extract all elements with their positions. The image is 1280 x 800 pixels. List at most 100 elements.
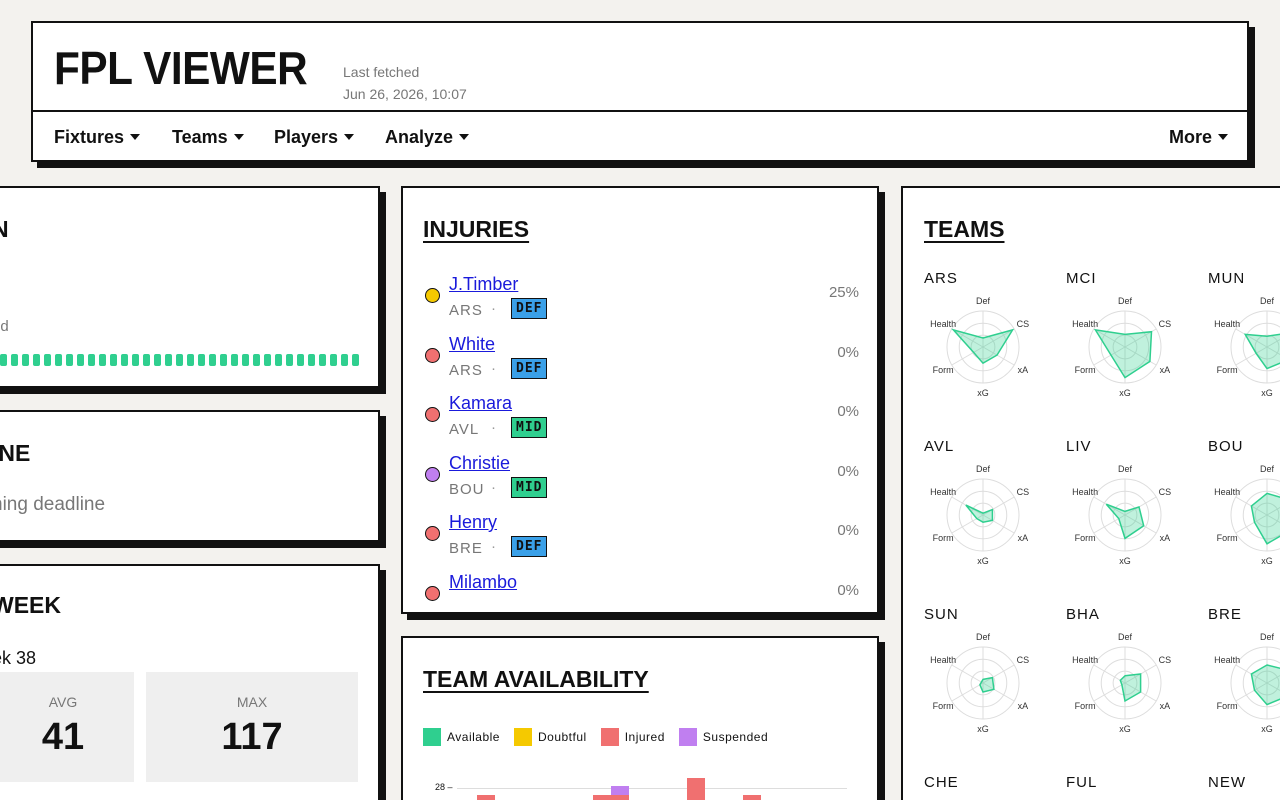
nav-analyze[interactable]: Analyze [385,127,470,148]
nav-label: Analyze [385,127,454,147]
team-label[interactable]: FUL [1066,774,1097,791]
bar-suspended [611,786,629,795]
radar-axis-label: xG [1261,724,1273,734]
radar-axis-label: Form [1075,533,1096,543]
deadline-text: ning deadline [0,494,106,515]
radar-axis-label: Form [1075,365,1096,375]
team-label[interactable]: SUN [924,606,959,623]
gameweek-dot [297,354,304,366]
separator: · [491,359,496,377]
gameweek-dot [242,354,249,366]
deadline-card: INE ning deadline [0,410,380,542]
team-radar-chart: Def CS xA xG Form Health [930,464,1029,566]
player-link[interactable]: J.Timber [449,274,518,295]
gameweek-dot [165,354,172,366]
radar-axis-label: xG [1119,556,1131,566]
team-radar-chart: Def CS xA xG Form Health [930,296,1030,398]
y-tick: 28 – [435,782,453,792]
radar-axis-label: xA [1018,701,1029,711]
radar-axis-label: xG [1261,556,1273,566]
radar-axis-label: CS [1017,319,1030,329]
teams-title: TEAMS [924,216,1005,242]
separator: · [491,300,496,317]
bar-injured [611,795,629,800]
radar-axis-label: xA [1160,701,1171,711]
team-label[interactable]: AVL [924,438,954,455]
chance-of-playing: 0% [837,522,859,539]
status-dot [425,347,440,363]
chevron-down-icon [1218,134,1229,140]
bar-injured [687,778,705,800]
gameweek-dot [0,354,7,366]
nav-more[interactable]: More [1169,127,1229,148]
radar-axis-label: xG [1261,388,1273,398]
gameweek-dot [352,354,359,366]
position-badge: DEF [511,298,548,319]
team-label[interactable]: MUN [1208,270,1245,287]
gameweek-dot [286,354,293,366]
team-label[interactable]: BRE [1208,606,1242,623]
status-dot [425,526,440,541]
team-label[interactable]: CHE [924,774,959,791]
radar-axis-label: Def [1260,632,1275,642]
radar-axis-label: xA [1160,365,1171,375]
gameweek-dot [11,354,18,366]
radar-axis-label: Form [1075,701,1096,711]
chart-gridline [457,788,847,789]
gameweek-dot [308,354,315,366]
gameweek-dot [22,354,29,366]
gameweek-dot [154,354,161,366]
gameweek-dot [132,354,139,366]
team-label[interactable]: MCI [1066,270,1097,287]
avg-label: AVG [48,694,78,710]
nav-teams[interactable]: Teams [172,127,244,148]
gameweek-dot [264,354,271,366]
radar-axis-label: Health [1214,487,1240,497]
injury-row: White ARS · DEF 0% [423,334,859,394]
status-dot [425,585,440,601]
fetched-label: Last fetched [343,64,420,80]
position-badge: DEF [511,536,548,557]
player-link[interactable]: Kamara [449,393,512,414]
radar-shape [1243,333,1280,370]
separator: · [491,478,496,496]
player-team: AVL [449,421,480,438]
nav-players[interactable]: Players [274,127,355,148]
legend-label: Suspended [702,730,769,744]
player-link[interactable]: Milambo [449,572,517,593]
bar-injured [477,795,495,800]
injury-row: Kamara AVL · MID 0% [423,393,859,453]
gameweek-sub: ek 38 [0,648,37,668]
team-radar-chart: Def CS xA xG Form Health [1072,296,1171,398]
injury-row: Christie BOU · MID 0% [423,453,859,513]
radar-axis-label: Form [1217,365,1238,375]
app-title[interactable]: FPL VIEWER [54,41,308,95]
injuries-card: INJURIES J.Timber ARS · DEF 25% White ARS · DEF 0… [401,186,879,614]
nav-label: Fixtures [54,127,125,147]
player-link[interactable]: Christie [449,453,510,474]
availability-title: TEAM AVAILABILITY [423,666,649,692]
team-label[interactable]: NEW [1208,774,1246,791]
gameweek-dot [209,354,216,366]
gameweek-dot [275,354,282,366]
radar-shape [1119,673,1142,703]
team-label[interactable]: LIV [1066,438,1092,455]
team-label[interactable]: ARS [924,270,958,287]
legend-suspended: Suspended [678,728,769,746]
gameweek-dot [220,354,227,366]
radar-axis-label: CS [1017,655,1030,665]
team-radar-chart: Def CS xA xG Form Health [930,632,1030,734]
progress-dots [0,354,359,366]
fetched-info: Last fetched Jun 26, 2026, 10:07 [343,61,467,105]
nav-fixtures[interactable]: Fixtures [54,127,141,148]
legend-injured: Injured [600,728,665,746]
radar-shape [965,504,994,523]
player-link[interactable]: White [449,334,495,355]
gameweek-card-title: WEEK [0,592,61,618]
gameweek-dot [231,354,238,366]
legend-label: Doubtful [537,730,587,744]
team-label[interactable]: BOU [1208,438,1244,455]
injury-row: Henry BRE · DEF 0% [423,512,859,572]
player-link[interactable]: Henry [449,512,497,533]
team-label[interactable]: BHA [1066,606,1100,623]
